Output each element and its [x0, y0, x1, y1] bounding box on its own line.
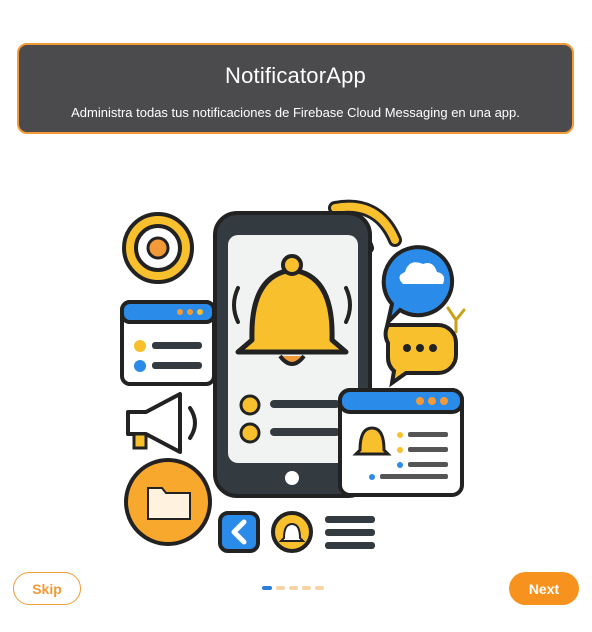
pagination-dot-5[interactable]	[315, 586, 324, 590]
window-icon	[120, 300, 216, 386]
menu-lines-icon	[325, 516, 375, 549]
chat-bubble-icon	[383, 323, 458, 388]
pagination-dot-3[interactable]	[289, 586, 298, 590]
pagination-dot-1[interactable]	[262, 586, 272, 590]
cloud-chat-icon	[381, 245, 455, 329]
onboarding-illustration	[110, 180, 490, 560]
skip-button[interactable]: Skip	[13, 572, 81, 605]
small-bell-icon	[271, 511, 313, 553]
app-subtitle: Administra todas tus notificaciones de F…	[71, 105, 520, 120]
target-icon	[122, 212, 194, 284]
back-arrow-icon	[218, 511, 260, 553]
notification-window-icon	[338, 388, 464, 497]
folder-icon	[124, 458, 212, 546]
header-banner: NotificatorApp Administra todas tus noti…	[17, 43, 574, 134]
pagination-dots	[262, 586, 324, 590]
megaphone-icon	[126, 392, 197, 454]
app-title: NotificatorApp	[225, 63, 366, 88]
pagination-dot-4[interactable]	[302, 586, 311, 590]
pagination-dot-2[interactable]	[276, 586, 285, 590]
next-button[interactable]: Next	[509, 572, 579, 605]
